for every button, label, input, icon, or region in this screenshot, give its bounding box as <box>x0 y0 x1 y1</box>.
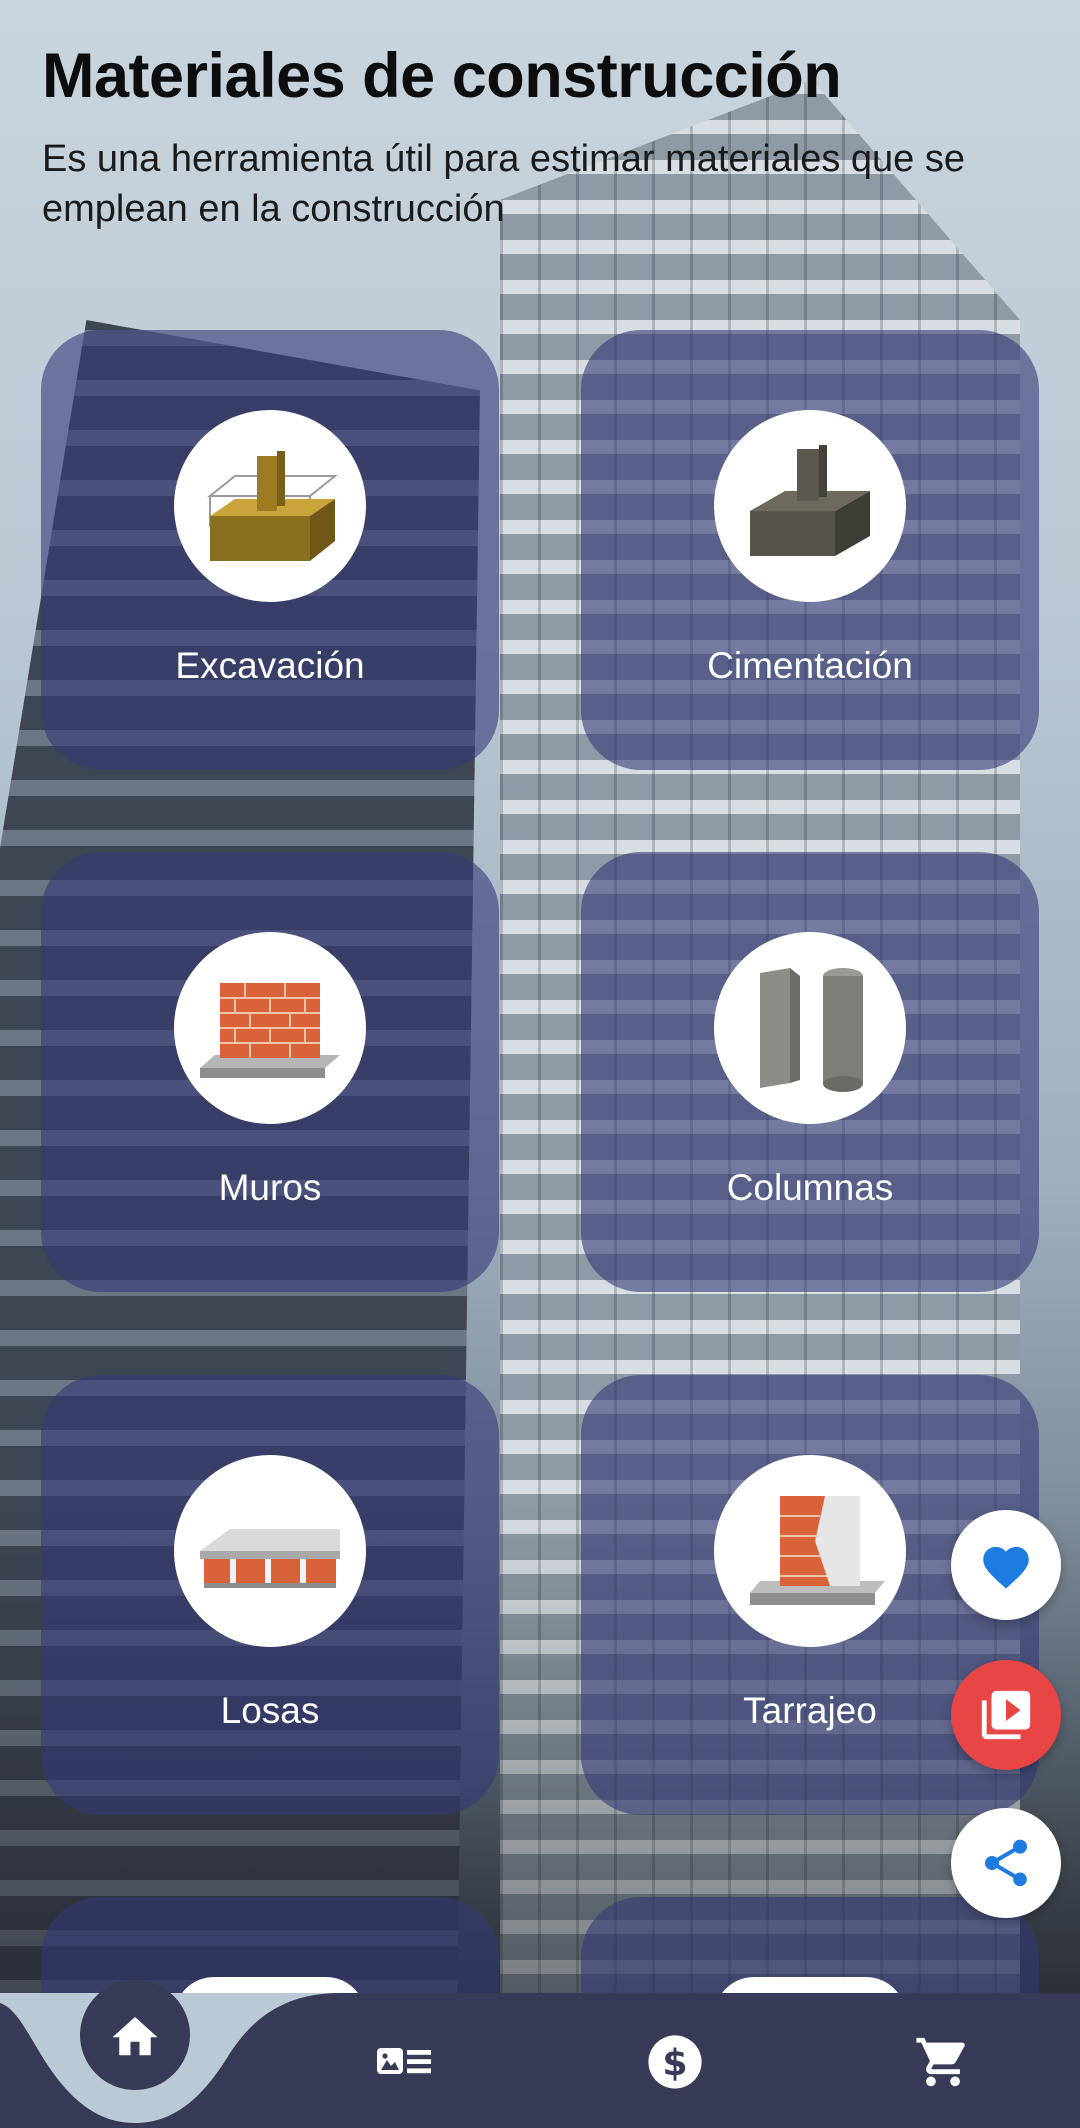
video-library-button[interactable] <box>951 1660 1061 1770</box>
slab-icon <box>174 1455 366 1647</box>
card-label: Muros <box>218 1167 322 1208</box>
share-button[interactable] <box>951 1808 1061 1918</box>
nav-cart-button[interactable] <box>908 2030 978 2094</box>
nav-home-button[interactable] <box>80 1980 190 2090</box>
heart-icon <box>983 1546 1029 1589</box>
card-columnas[interactable]: Columnas <box>581 852 1039 1292</box>
nav-pricing-button[interactable]: $ <box>640 2030 710 2094</box>
card-cimentacion[interactable]: Cimentación <box>581 330 1039 770</box>
video-library-icon <box>981 1690 1031 1740</box>
card-label: Excavación <box>175 645 365 686</box>
catalog-icon <box>377 2048 431 2074</box>
favorite-button[interactable] <box>951 1510 1061 1620</box>
nav-catalog-button[interactable] <box>370 2030 440 2094</box>
brick-wall-icon <box>174 932 366 1124</box>
share-icon <box>985 1839 1027 1887</box>
svg-text:$: $ <box>662 2041 687 2084</box>
card-losas[interactable]: Losas <box>41 1375 499 1815</box>
card-label: Cimentación <box>707 645 913 686</box>
columns-icon <box>714 932 906 1124</box>
page-title: Materiales de construcción <box>42 41 842 111</box>
plaster-icon <box>714 1455 906 1647</box>
excavation-icon <box>174 410 366 602</box>
header: Materiales de construcción Es una herram… <box>42 40 1042 234</box>
cart-icon <box>916 2037 965 2087</box>
card-label: Losas <box>220 1690 320 1731</box>
card-label: Columnas <box>726 1167 894 1208</box>
page-subtitle: Es una herramienta útil para estimar mat… <box>42 138 966 230</box>
dollar-icon: $ <box>648 2035 702 2089</box>
foundation-icon <box>714 410 906 602</box>
card-excavacion[interactable]: Excavación <box>41 330 499 770</box>
card-muros[interactable]: Muros <box>41 852 499 1292</box>
home-icon <box>112 2017 158 2056</box>
